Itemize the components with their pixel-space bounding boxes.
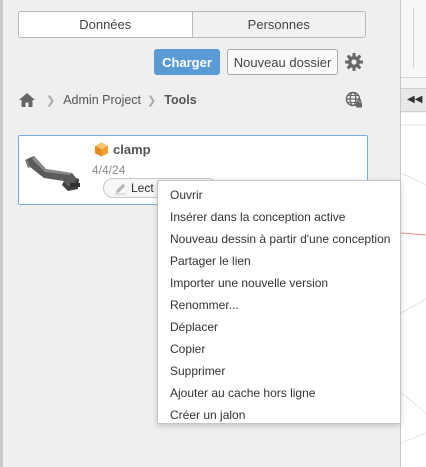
design-canvas[interactable]: ◀◀ — [401, 0, 426, 467]
breadcrumb: ❯ Admin Project ❯ Tools — [18, 91, 197, 109]
pencil-icon — [115, 183, 126, 194]
menu-item-offline-cache[interactable]: Ajouter au cache hors ligne — [158, 382, 400, 404]
file-thumbnail[interactable] — [24, 145, 86, 195]
menu-item-share-link[interactable]: Partager le lien — [158, 250, 400, 272]
new-folder-button[interactable]: Nouveau dossier — [227, 49, 338, 75]
upload-button[interactable]: Charger — [154, 49, 220, 75]
menu-item-copy[interactable]: Copier — [158, 338, 400, 360]
menu-item-new-drawing[interactable]: Nouveau dessin à partir d'une conception — [158, 228, 400, 250]
canvas-viewport[interactable] — [401, 113, 426, 467]
menu-item-upload-new-version[interactable]: Importer une nouvelle version — [158, 272, 400, 294]
home-icon[interactable] — [18, 92, 36, 108]
canvas-toolbar — [401, 0, 426, 78]
file-status-label: Lect — [131, 181, 154, 195]
canvas-toolbar-separator — [413, 8, 426, 68]
tab-data[interactable]: Données — [19, 12, 192, 37]
menu-item-create-milestone[interactable]: Créer un jalon — [158, 404, 400, 426]
file-name[interactable]: clamp — [113, 142, 151, 157]
menu-item-delete[interactable]: Supprimer — [158, 360, 400, 382]
breadcrumb-item-project[interactable]: Admin Project — [63, 93, 141, 107]
context-menu: Ouvrir Insérer dans la conception active… — [157, 180, 401, 424]
menu-item-rename[interactable]: Renommer... — [158, 294, 400, 316]
collapse-arrow-icon[interactable]: ◀◀ — [407, 94, 422, 105]
breadcrumb-item-current: Tools — [164, 93, 197, 107]
chevron-right-icon: ❯ — [147, 93, 157, 107]
canvas-grid — [401, 124, 426, 444]
menu-item-insert-into-design[interactable]: Insérer dans la conception active — [158, 206, 400, 228]
tab-people[interactable]: Personnes — [191, 12, 365, 37]
panel-tabs: Données Personnes — [18, 11, 366, 38]
gear-icon[interactable] — [344, 52, 364, 72]
chevron-right-icon: ❯ — [46, 93, 56, 107]
design-cube-icon — [95, 142, 108, 157]
globe-icon[interactable] — [345, 91, 363, 109]
menu-item-move[interactable]: Déplacer — [158, 316, 400, 338]
file-date: 4/4/24 — [92, 163, 126, 177]
menu-item-open[interactable]: Ouvrir — [158, 184, 400, 206]
